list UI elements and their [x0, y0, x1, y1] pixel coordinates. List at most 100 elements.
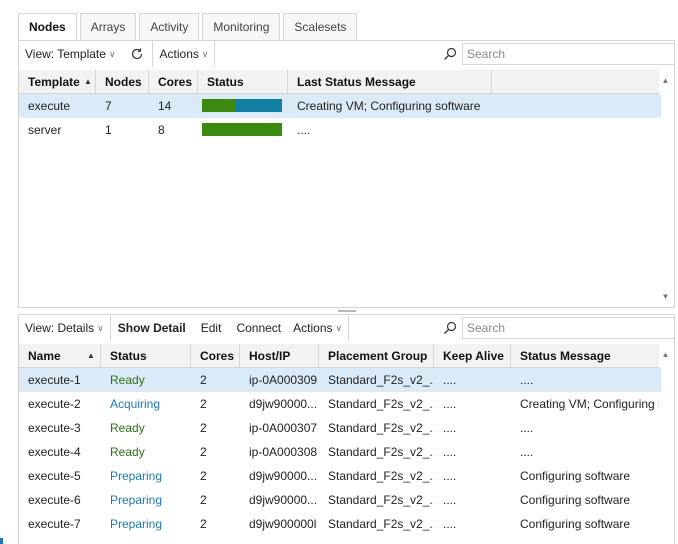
cell-status: Acquiring — [110, 397, 161, 411]
window-edge-accent — [0, 538, 3, 544]
nodes-search — [443, 317, 675, 339]
scroll-up-icon[interactable]: ▲ — [657, 346, 674, 363]
table-row[interactable]: execute-2 Acquiring 2 d9jw90000... Standard_… — [19, 392, 661, 416]
cell-template: execute — [28, 99, 71, 113]
cell-name: execute-6 — [28, 493, 81, 507]
cell-placement-group: Standard_F2s_v2_... — [328, 397, 434, 411]
table-row[interactable]: execute-5 Preparing 2 d9jw90000... Standard_… — [19, 464, 661, 488]
edit-button[interactable]: Edit — [192, 315, 228, 341]
cell-cores: 2 — [200, 493, 207, 507]
table-row[interactable]: execute-7 Preparing 2 d9jw900000l Standard_F… — [19, 512, 661, 536]
table-row[interactable]: server 1 8 .... — [19, 118, 661, 142]
cell-status: Preparing — [110, 469, 163, 483]
view-template-label: View: Template — [25, 47, 106, 61]
cell-nodes: 7 — [105, 99, 112, 113]
search-input[interactable] — [462, 317, 675, 339]
cell-status — [198, 94, 288, 118]
refresh-button[interactable] — [122, 41, 152, 67]
cell-placement-group: Standard_F2s_v2_... — [328, 469, 434, 483]
cell-placement-group: Standard_F2s_v2_... — [328, 445, 434, 459]
tab-nodes[interactable]: Nodes — [18, 13, 77, 41]
actions-label: Actions — [293, 321, 333, 335]
cell-cores: 14 — [158, 99, 172, 113]
column-header-status-message[interactable]: Status Message — [511, 344, 659, 368]
chevron-down-icon: ∨ — [108, 48, 116, 59]
cell-status: Ready — [110, 421, 145, 435]
cell-keep-alive: .... — [443, 469, 457, 483]
tab-monitoring[interactable]: Monitoring — [202, 13, 281, 40]
cell-status: Ready — [110, 445, 145, 459]
cell-keep-alive: .... — [443, 517, 457, 531]
column-header-last-status-message[interactable]: Last Status Message — [288, 70, 492, 94]
cell-cores: 8 — [158, 123, 165, 137]
table-row[interactable]: execute-1 Ready 2 ip-0A000309 Standard_F2s_v… — [19, 368, 661, 392]
view-details-label: View: Details — [25, 321, 95, 335]
cell-cores: 2 — [200, 421, 207, 435]
cell-nodes: 1 — [105, 123, 112, 137]
cell-status-message: Configuring software — [520, 469, 631, 483]
nodes-scrollbar[interactable]: ▲ — [657, 344, 674, 544]
actions-dropdown[interactable]: Actions ∨ — [153, 41, 215, 67]
search-input[interactable] — [462, 43, 675, 65]
table-row[interactable]: execute 7 14 Creating VM; Configuring so… — [19, 94, 661, 118]
view-template-dropdown[interactable]: View: Template ∨ — [19, 41, 122, 67]
tab-activity[interactable]: Activity — [139, 13, 200, 40]
scroll-up-icon[interactable]: ▲ — [657, 72, 674, 89]
status-bar — [202, 123, 282, 136]
status-bar-segment-ready — [202, 99, 236, 112]
cell-status-message: Creating VM; Configuring s... — [520, 397, 659, 411]
table-row[interactable]: execute-3 Ready 2 ip-0A000307 Standard_F2s_v… — [19, 416, 661, 440]
view-details-dropdown[interactable]: View: Details ∨ — [19, 315, 110, 341]
column-header-status[interactable]: Status — [101, 344, 191, 368]
column-header-keep-alive[interactable]: Keep Alive — [434, 344, 511, 368]
templates-search — [443, 43, 675, 65]
column-header-cores[interactable]: Cores — [191, 344, 240, 368]
status-bar-segment-acquiring — [236, 99, 282, 112]
cell-keep-alive: .... — [443, 421, 457, 435]
templates-scrollbar[interactable]: ▲ ▼ — [657, 70, 674, 307]
cell-name: execute-1 — [28, 373, 81, 387]
table-row[interactable]: execute-4 Ready 2 ip-0A000308 Standard_F2s_v… — [19, 440, 661, 464]
cell-name: execute-2 — [28, 397, 81, 411]
cell-name: execute-7 — [28, 517, 81, 531]
column-header-name[interactable]: Name ▲ — [19, 344, 101, 368]
tab-bar: Nodes Arrays Activity Monitoring Scalese… — [18, 13, 360, 41]
cell-status: Ready — [110, 373, 145, 387]
splitter-grip[interactable] — [338, 310, 356, 312]
sort-ascending-icon: ▲ — [84, 77, 92, 86]
column-header-placement-group[interactable]: Placement Group — [319, 344, 434, 368]
cell-status-message: .... — [520, 373, 534, 387]
tab-arrays[interactable]: Arrays — [79, 13, 137, 40]
cell-status-message: .... — [520, 421, 534, 435]
cell-host-ip: d9jw90000... — [249, 397, 318, 411]
column-header-status[interactable]: Status — [198, 70, 288, 94]
tab-scalesets[interactable]: Scalesets — [283, 13, 358, 40]
show-detail-button[interactable]: Show Detail — [111, 315, 192, 341]
column-header-host-ip[interactable]: Host/IP — [240, 344, 319, 368]
cell-status: Preparing — [110, 493, 163, 507]
cell-name: execute-5 — [28, 469, 81, 483]
column-header-cores[interactable]: Cores — [149, 70, 198, 94]
status-bar — [202, 99, 282, 112]
chevron-down-icon: ∨ — [335, 322, 343, 333]
cell-keep-alive: .... — [443, 373, 457, 387]
table-row[interactable]: execute-6 Preparing 2 d9jw90000... Standard_… — [19, 488, 661, 512]
search-icon — [444, 321, 457, 334]
refresh-icon — [131, 48, 142, 60]
toolbar-divider — [214, 41, 216, 67]
scroll-down-icon[interactable]: ▼ — [657, 288, 674, 305]
chevron-down-icon: ∨ — [201, 48, 209, 59]
column-header-nodes[interactable]: Nodes — [96, 70, 149, 94]
cell-cores: 2 — [200, 469, 207, 483]
cell-name: execute-3 — [28, 421, 81, 435]
connect-button[interactable]: Connect — [227, 315, 287, 341]
cell-last-status-message: .... — [297, 123, 311, 137]
column-header-template[interactable]: Template ▲ — [19, 70, 96, 94]
templates-panel: View: Template ∨ Actions ∨ Template ▲ No… — [18, 40, 675, 308]
cell-host-ip: d9jw90000... — [249, 493, 318, 507]
actions-dropdown[interactable]: Actions ∨ — [287, 315, 348, 341]
cell-last-status-message: Creating VM; Configuring software — [297, 99, 481, 113]
cell-keep-alive: .... — [443, 493, 457, 507]
cell-keep-alive: .... — [443, 445, 457, 459]
sort-ascending-icon: ▲ — [87, 351, 95, 360]
